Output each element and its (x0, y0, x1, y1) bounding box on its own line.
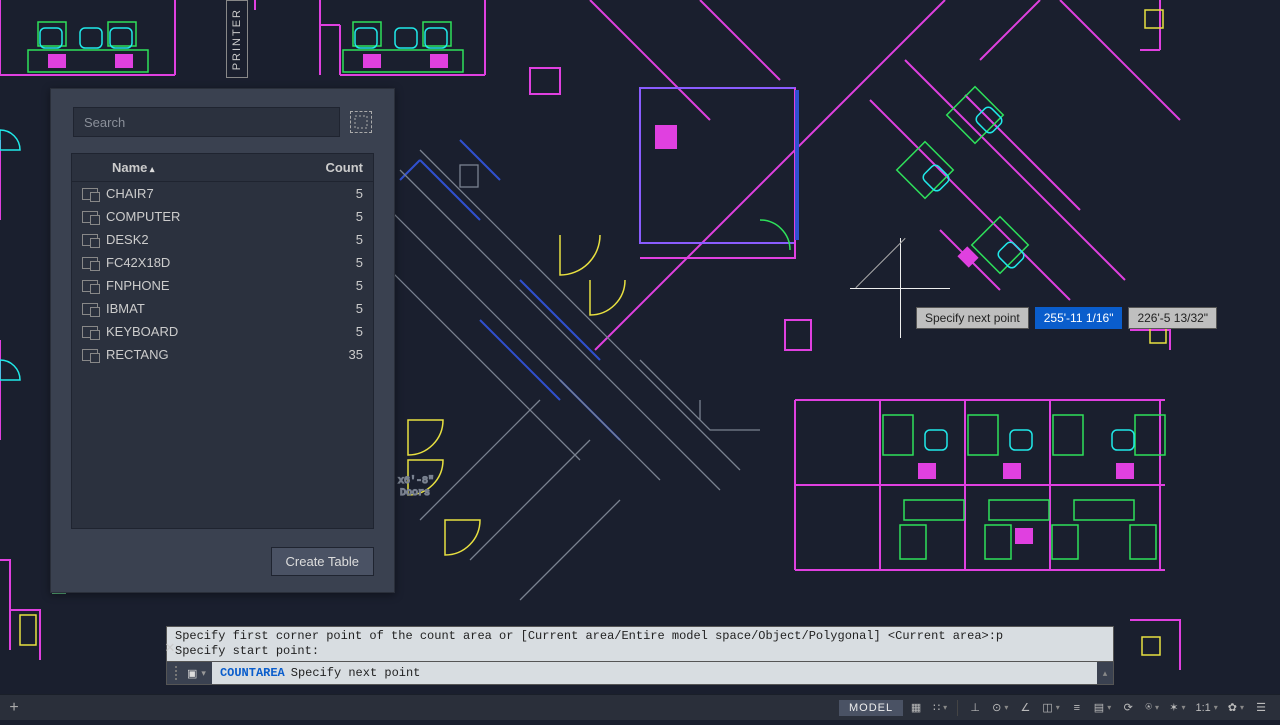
block-count: 5 (293, 186, 363, 201)
block-icon (82, 303, 98, 315)
block-icon (82, 326, 98, 338)
block-icon (82, 349, 98, 361)
polar-toggle-icon[interactable]: ⊙ (988, 698, 1012, 718)
command-history: Specify first corner point of the count … (166, 626, 1114, 661)
block-icon (82, 257, 98, 269)
block-name: CHAIR7 (106, 186, 293, 201)
column-header-count[interactable]: Count (293, 160, 363, 175)
status-bar: + MODEL ▦ ∷ ⊥ ⊙ ∠ ◫ ≡ ▤ ⟳ ⍟ ✶ 1:1 ✿ ☰ (0, 694, 1280, 720)
dynamic-input-coord-y[interactable]: 226'-5 13/32" (1128, 307, 1217, 329)
command-recent-button[interactable]: ▣ (183, 667, 201, 680)
count-table: Name Count CHAIR75COMPUTER5DESK25FC42X18… (71, 153, 374, 529)
block-count: 5 (293, 301, 363, 316)
table-row[interactable]: COMPUTER5 (72, 205, 373, 228)
drawing-note-2: Doors (400, 488, 430, 499)
model-space-button[interactable]: MODEL (839, 700, 903, 716)
printer-block-label: PRINTER (226, 0, 248, 78)
table-row[interactable]: FNPHONE5 (72, 274, 373, 297)
block-name: IBMAT (106, 301, 293, 316)
dynamic-input-prompt: Specify next point (916, 307, 1029, 329)
block-name: FC42X18D (106, 255, 293, 270)
transparency-toggle-icon[interactable]: ▤ (1090, 698, 1115, 718)
dynamic-input-coord-x[interactable]: 255'-11 1/16" (1035, 307, 1123, 329)
table-row[interactable]: FC42X18D5 (72, 251, 373, 274)
cycling-toggle-icon[interactable]: ⟳ (1117, 698, 1139, 718)
table-row[interactable]: IBMAT5 (72, 297, 373, 320)
block-count: 5 (293, 324, 363, 339)
customize-statusbar-icon[interactable]: ☰ (1250, 698, 1272, 718)
command-input[interactable]: COUNTAREA Specify next point (212, 662, 1097, 684)
ortho-toggle-icon[interactable]: ⊥ (964, 698, 986, 718)
block-icon (82, 280, 98, 292)
selection-window-icon[interactable] (350, 111, 372, 133)
search-input[interactable] (73, 107, 340, 137)
dynamic-input-tooltip: Specify next point 255'-11 1/16" 226'-5 … (916, 307, 1217, 329)
drawing-note-1: x6'-8" (398, 475, 434, 487)
block-count: 5 (293, 255, 363, 270)
block-name: RECTANG (106, 347, 293, 362)
command-line-area: ✕ Specify first corner point of the coun… (166, 626, 1114, 685)
command-line-grip[interactable] (167, 662, 183, 684)
table-row[interactable]: DESK25 (72, 228, 373, 251)
block-name: COMPUTER (106, 209, 293, 224)
table-row[interactable]: KEYBOARD5 (72, 320, 373, 343)
annotation-visibility-icon[interactable]: ✶ (1165, 698, 1189, 718)
lineweight-toggle-icon[interactable]: ≡ (1066, 698, 1088, 718)
command-line-close-button[interactable]: ✕ (162, 640, 178, 656)
snap-toggle-icon[interactable]: ∷ (929, 698, 951, 718)
layout-add-button[interactable]: + (6, 699, 22, 717)
column-header-name[interactable]: Name (82, 160, 293, 175)
workspace-switch-icon[interactable]: ✿ (1224, 698, 1248, 718)
command-history-expand-icon[interactable]: ▴ (1097, 668, 1113, 679)
block-name: DESK2 (106, 232, 293, 247)
block-count: 5 (293, 209, 363, 224)
table-row[interactable]: RECTANG35 (72, 343, 373, 366)
annotation-scale-button[interactable]: ⍟ (1141, 698, 1163, 718)
block-icon (82, 188, 98, 200)
block-count: 5 (293, 232, 363, 247)
block-icon (82, 211, 98, 223)
block-name: FNPHONE (106, 278, 293, 293)
osnap-toggle-icon[interactable]: ◫ (1038, 698, 1063, 718)
isoplane-toggle-icon[interactable]: ∠ (1014, 698, 1036, 718)
block-count: 5 (293, 278, 363, 293)
table-row[interactable]: CHAIR75 (72, 182, 373, 205)
scale-button[interactable]: 1:1 (1191, 698, 1221, 718)
block-count: 35 (293, 347, 363, 362)
grid-toggle-icon[interactable]: ▦ (905, 698, 927, 718)
block-icon (82, 234, 98, 246)
command-dropdown-icon[interactable]: ▾ (201, 668, 212, 679)
block-name: KEYBOARD (106, 324, 293, 339)
count-palette: Name Count CHAIR75COMPUTER5DESK25FC42X18… (50, 88, 395, 593)
create-table-button[interactable]: Create Table (271, 547, 374, 576)
